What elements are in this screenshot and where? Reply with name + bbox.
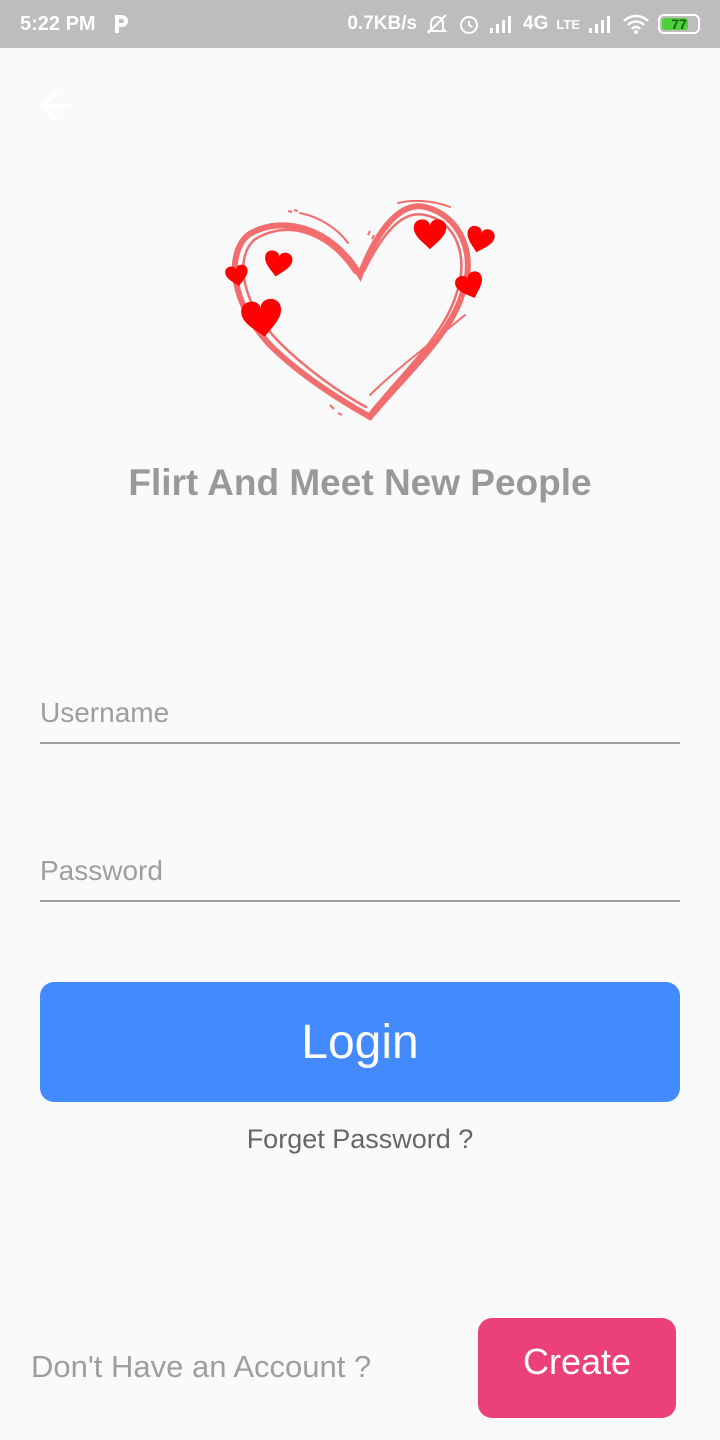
mute-icon xyxy=(425,12,449,36)
wifi-icon xyxy=(622,13,650,35)
username-input[interactable] xyxy=(40,684,680,744)
network-speed: 0.7KB/s xyxy=(347,13,418,34)
app-tagline: Flirt And Meet New People xyxy=(128,462,592,503)
alarm-icon xyxy=(457,12,481,36)
heart-logo-icon xyxy=(225,199,495,421)
back-button[interactable] xyxy=(36,86,76,126)
network-type-lte: LTE xyxy=(556,16,580,32)
p-app-icon xyxy=(112,13,130,35)
status-time: 5:22 PM xyxy=(20,12,96,35)
signal-icon xyxy=(588,14,614,34)
login-button[interactable]: Login xyxy=(40,982,680,1102)
network-type-4g: 4G xyxy=(523,13,549,34)
create-account-button[interactable]: Create xyxy=(478,1318,676,1418)
no-account-text: Don't Have an Account ? xyxy=(31,1349,372,1384)
forget-password-link[interactable]: Forget Password ? xyxy=(0,1124,720,1155)
status-bar: 5:22 PM 0.7KB/s 4G LTE 77 xyxy=(0,0,720,48)
back-arrow-icon xyxy=(41,91,72,121)
battery-icon: 77 xyxy=(658,14,700,34)
password-input[interactable] xyxy=(40,842,680,902)
signal-icon xyxy=(489,14,515,34)
battery-level: 77 xyxy=(671,16,687,32)
